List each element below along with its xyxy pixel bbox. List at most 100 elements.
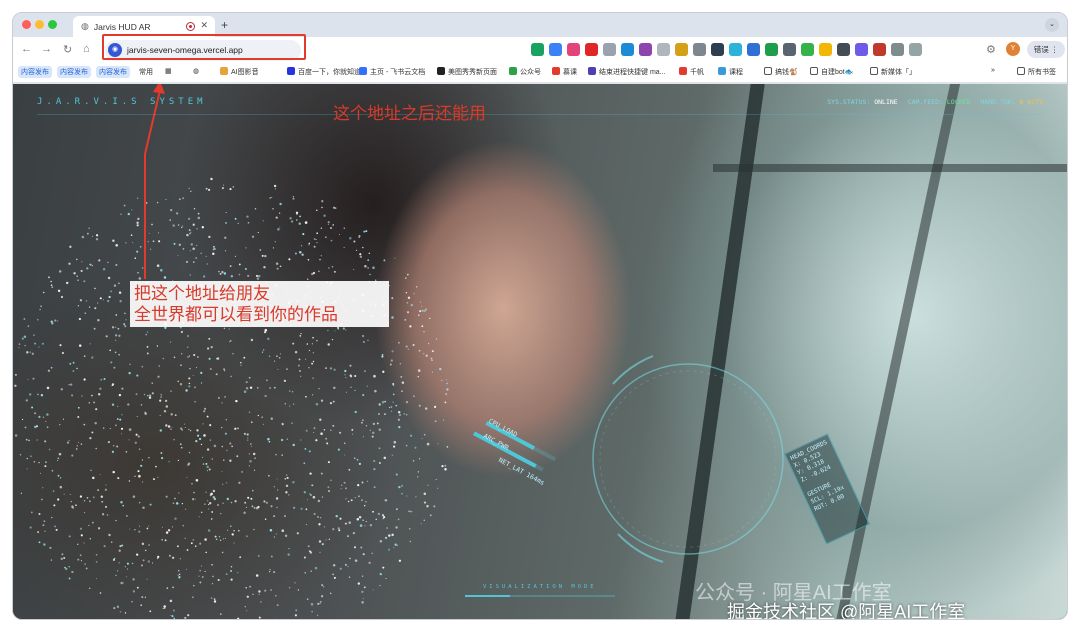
bookmark-item[interactable]: 结束进程快捷键 ma... [588,67,666,77]
particle-dot [195,440,198,443]
particle-dot [379,573,382,575]
extension-icon[interactable] [729,43,742,56]
extension-icon[interactable] [711,43,724,56]
bookmark-item[interactable]: 千帆 [679,67,704,77]
particle-dot [204,407,207,410]
extension-icon[interactable] [621,43,634,56]
particle-dot [299,370,301,372]
bookmark-pill[interactable]: 内容发布 [57,66,91,78]
particle-dot [405,414,408,416]
bookmark-pill[interactable]: 内容发布 [18,66,52,78]
particle-dot [345,329,347,331]
particle-dot [245,506,247,508]
particle-dot [100,378,103,381]
qianfan-icon [679,67,687,75]
extension-icon[interactable] [837,43,850,56]
all-bookmarks[interactable]: 所有书签 [1017,67,1056,77]
particle-dot [222,502,224,504]
particle-dot [292,403,295,405]
extension-icon[interactable] [747,43,760,56]
bookmark-folder[interactable]: 自建bot🐟 [810,67,853,77]
bookmark-folder[interactable]: 新媒体「」 [870,67,916,77]
puzzle-icon[interactable]: ⚙ [986,43,996,56]
particle-dot [365,521,367,523]
particle-dot [362,394,365,397]
error-button[interactable]: 错误 ⋮ [1027,41,1065,58]
hud-status-bar: SYS.STATUS: ONLINE CAM.FEED: LOCKED HAND… [827,98,1043,106]
extension-icon[interactable] [909,43,922,56]
extension-icon[interactable] [531,43,544,56]
particle-dot [27,379,29,381]
globe-icon[interactable]: ◍ [193,67,199,75]
bookmark-item[interactable]: 美图秀秀新页面 [437,67,497,77]
extension-icon[interactable] [765,43,778,56]
particle-dot [88,500,91,503]
particle-dot [146,352,149,355]
reload-icon[interactable]: ↻ [63,43,72,56]
bookmark-item[interactable]: 课程 [718,67,743,77]
particle-dot [211,582,214,585]
bookmark-item[interactable]: AI图影音 [220,67,259,77]
extension-icon[interactable] [855,43,868,56]
particle-dot [417,471,419,473]
particle-dot [300,244,303,247]
extension-icon[interactable] [819,43,832,56]
particle-dot [287,553,290,556]
particle-dot [382,370,385,373]
bookmark-item[interactable]: 主页 - 飞书云文档 [359,67,425,77]
minimize-window-button[interactable] [35,20,44,29]
extension-icon[interactable] [693,43,706,56]
extension-icon[interactable] [801,43,814,56]
particle-dot [292,443,295,447]
particle-dot [226,529,229,532]
extension-icon[interactable] [675,43,688,56]
bookmark-item[interactable]: 百度一下，你就知道 [287,67,361,77]
bookmark-frequent[interactable]: 常用 [139,67,153,77]
extension-icon[interactable] [873,43,886,56]
extension-icon[interactable] [891,43,904,56]
particle-dot [219,272,222,275]
particle-dot [439,367,442,371]
sys-status: SYS.STATUS: ONLINE [827,98,898,106]
particle-dot [286,438,289,440]
extension-icon[interactable] [585,43,598,56]
particle-dot [217,396,220,399]
particle-dot [273,386,276,389]
particle-dot [211,564,213,566]
particle-dot [32,377,35,380]
maximize-window-button[interactable] [48,20,57,29]
particle-dot [446,446,449,448]
forward-icon[interactable]: → [41,43,52,55]
particle-dot [186,346,189,348]
particle-dot [216,358,218,360]
extension-icon[interactable] [603,43,616,56]
bookmark-item[interactable]: 公众号 [509,67,541,77]
particle-dot [285,474,288,476]
back-icon[interactable]: ← [21,43,32,55]
close-tab-icon[interactable]: ✕ [200,20,208,31]
particle-dot [53,504,56,507]
close-window-button[interactable] [22,20,31,29]
bookmark-pill[interactable]: 内容发布 [96,66,130,78]
extension-icon[interactable] [639,43,652,56]
particle-dot [188,451,191,454]
particle-dot [246,433,249,436]
bookmark-folder[interactable]: 搞钱🐒 [764,67,798,77]
particle-dot [140,404,143,406]
extension-icon[interactable] [567,43,580,56]
tab-search-button[interactable]: ⌄ [1045,18,1059,32]
particle-dot [401,484,404,487]
particle-dot [99,297,102,300]
extension-icon[interactable] [783,43,796,56]
extension-icon[interactable] [657,43,670,56]
extension-icon[interactable] [549,43,562,56]
particle-dot [126,576,128,578]
particle-dot [269,569,271,571]
profile-avatar[interactable]: Y [1006,42,1020,56]
home-icon[interactable]: ⌂ [83,43,90,55]
new-tab-button[interactable]: + [221,18,228,32]
apps-grid-icon[interactable]: ▦ [165,67,172,75]
bookmarks-overflow-button[interactable]: » [991,67,995,74]
particle-dot [177,570,180,572]
bookmark-item[interactable]: 慕课 [552,67,577,77]
